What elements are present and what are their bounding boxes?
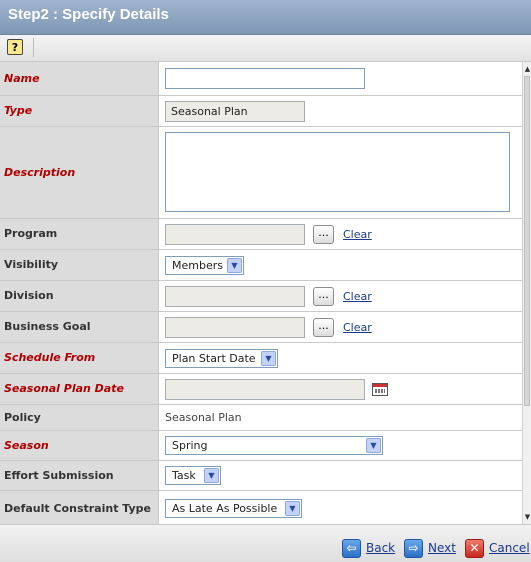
header: Step2 : Specify Details [0,0,531,35]
back-button[interactable]: ⇦ Back [342,537,395,559]
row-schedule-from: Schedule From Plan Start Date ▼ [0,343,522,374]
effort-submission-select[interactable]: Task ▼ [165,466,221,485]
visibility-label: Visibility [0,250,159,280]
chevron-down-icon: ▼ [261,351,276,366]
calendar-icon[interactable] [372,383,388,396]
cancel-button[interactable]: ✕ Cancel [465,537,530,559]
row-season: Season Spring ▼ [0,431,522,461]
form-container: Name Type Seasonal Plan Description Prog… [0,62,531,524]
arrow-right-icon: ⇨ [404,538,423,558]
next-button[interactable]: ⇨ Next [404,537,456,559]
arrow-left-icon: ⇦ [342,538,361,558]
scrollbar-thumb[interactable] [524,76,530,406]
close-icon: ✕ [465,538,484,558]
page-title: Step2 : Specify Details [8,6,169,23]
program-label: Program [0,219,159,249]
toolbar-separator [33,38,34,57]
back-label: Back [366,541,396,555]
next-label: Next [428,541,456,555]
row-default-constraint-type: Default Constraint Type As Late As Possi… [0,491,522,524]
row-program: Program ... Clear [0,219,522,250]
policy-label: Policy [0,405,159,430]
type-label: Type [0,96,159,126]
program-field [165,224,305,245]
toolbar: ? [0,35,531,62]
description-textarea[interactable] [165,132,510,212]
row-description: Description [0,127,522,219]
seasonal-plan-date-label: Seasonal Plan Date [0,374,159,404]
business-goal-field [165,317,305,338]
visibility-value: Members [172,259,223,272]
help-icon[interactable]: ? [7,39,23,55]
seasonal-plan-date-field [165,379,365,400]
schedule-from-value: Plan Start Date [172,352,256,365]
description-label: Description [0,127,159,218]
chevron-down-icon: ▼ [366,438,381,453]
schedule-from-select[interactable]: Plan Start Date ▼ [165,349,278,368]
scroll-down-icon[interactable]: ▼ [523,512,531,522]
scroll-up-icon[interactable]: ▲ [523,64,531,74]
vertical-scrollbar[interactable]: ▲ ▼ [522,62,531,524]
default-constraint-type-select[interactable]: As Late As Possible ▼ [165,499,302,518]
program-clear-link[interactable]: Clear [343,228,372,241]
business-goal-label: Business Goal [0,312,159,342]
program-browse-button[interactable]: ... [313,225,334,244]
season-value: Spring [172,439,208,452]
name-label: Name [0,62,159,95]
name-input[interactable] [165,68,365,89]
row-business-goal: Business Goal ... Clear [0,312,522,343]
chevron-down-icon: ▼ [227,258,242,273]
division-browse-button[interactable]: ... [313,287,334,306]
division-field [165,286,305,307]
business-goal-clear-link[interactable]: Clear [343,321,372,334]
season-label: Season [0,431,159,460]
schedule-from-label: Schedule From [0,343,159,373]
chevron-down-icon: ▼ [204,468,219,483]
type-field: Seasonal Plan [165,101,305,122]
footer: ⇦ Back ⇨ Next ✕ Cancel [0,524,531,562]
effort-submission-value: Task [172,469,196,482]
default-constraint-type-label: Default Constraint Type [0,491,159,524]
policy-value: Seasonal Plan [165,411,242,424]
cancel-label: Cancel [489,541,530,555]
row-type: Type Seasonal Plan [0,96,522,127]
season-select[interactable]: Spring ▼ [165,436,383,455]
row-division: Division ... Clear [0,281,522,312]
chevron-down-icon: ▼ [285,501,300,516]
row-name: Name [0,62,522,96]
row-policy: Policy Seasonal Plan [0,405,522,431]
default-constraint-type-value: As Late As Possible [172,502,278,515]
division-label: Division [0,281,159,311]
row-effort-submission: Effort Submission Task ▼ [0,461,522,491]
visibility-select[interactable]: Members ▼ [165,256,244,275]
effort-submission-label: Effort Submission [0,461,159,490]
row-seasonal-plan-date: Seasonal Plan Date [0,374,522,405]
division-clear-link[interactable]: Clear [343,290,372,303]
business-goal-browse-button[interactable]: ... [313,318,334,337]
row-visibility: Visibility Members ▼ [0,250,522,281]
